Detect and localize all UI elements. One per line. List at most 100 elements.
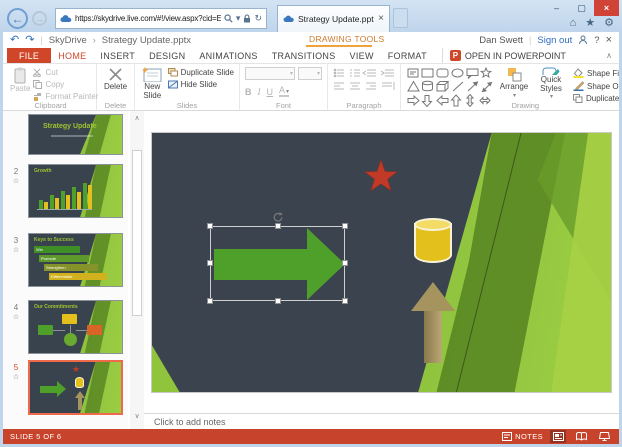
new-tab-button[interactable] — [393, 8, 408, 28]
browser-window: ← → https://skydrive.live.com/#!/view.as… — [0, 0, 622, 447]
mini-star-shape: ★ — [72, 364, 80, 375]
resize-handle-nw[interactable] — [207, 223, 213, 229]
address-bar[interactable]: https://skydrive.live.com/#!/view.aspx?c… — [55, 8, 267, 29]
resize-handle-sw[interactable] — [207, 298, 213, 304]
thumbnail-slide-1[interactable]: Strategy Update — [28, 114, 123, 155]
slide-editing-surface[interactable] — [152, 133, 611, 392]
up-arrow-shape[interactable] — [411, 282, 455, 363]
hide-slide-button[interactable]: Hide Slide — [168, 80, 234, 89]
redo-icon[interactable]: ↷ — [25, 35, 34, 46]
home-icon[interactable]: ⌂ — [570, 18, 577, 29]
thumbnail-slide-3[interactable]: Keys to Success Win Promote Strengthen D… — [28, 233, 123, 287]
scroll-down-icon[interactable]: ∨ — [130, 409, 144, 422]
thumbnail-scrollbar[interactable]: ∧ ∨ — [130, 111, 144, 429]
thumbnail-slide-4[interactable]: Our Commitments — [28, 300, 123, 354]
reading-view-button[interactable] — [573, 430, 589, 443]
search-icon[interactable] — [224, 14, 233, 23]
resize-handle-ne[interactable] — [342, 223, 348, 229]
cylinder-shape[interactable] — [414, 218, 452, 263]
refresh-icon[interactable]: ↻ — [254, 14, 262, 23]
font-size-select[interactable] — [298, 67, 322, 80]
back-button[interactable]: ← — [7, 8, 28, 29]
slides-group: New Slide Duplicate Slide Hide Slide Sli… — [135, 64, 240, 110]
editing-view-button[interactable] — [550, 430, 566, 443]
window-maximize-button[interactable]: ▢ — [569, 0, 594, 16]
powerpoint-icon: P — [450, 50, 461, 61]
settings-gear-icon[interactable]: ⚙ — [604, 18, 614, 29]
new-slide-button[interactable]: New Slide — [140, 67, 165, 101]
browser-tab[interactable]: Strategy Update.pptx - Micr... × — [277, 5, 390, 32]
star-shape[interactable] — [363, 159, 399, 193]
quick-styles-button[interactable]: Quick Styles — [534, 67, 568, 101]
format-painter-button[interactable]: Format Painter — [33, 92, 98, 101]
collapse-ribbon-icon[interactable]: ∧ — [606, 51, 612, 60]
slide-counter: SLIDE 5 OF 6 — [10, 432, 62, 441]
help-button[interactable]: ? — [594, 35, 599, 46]
resize-handle-w[interactable] — [207, 260, 213, 266]
contextual-tab-highlight — [306, 45, 372, 47]
scrollbar-thumb[interactable] — [132, 150, 142, 316]
tab-view[interactable]: VIEW — [343, 48, 381, 63]
tab-file[interactable]: FILE — [7, 48, 51, 63]
thumb4-title: Our Commitments — [34, 304, 78, 310]
resize-handle-n[interactable] — [275, 223, 281, 229]
paste-button[interactable]: Paste — [10, 67, 30, 101]
delete-button[interactable]: Delete — [102, 67, 129, 101]
tab-close-icon[interactable]: × — [378, 14, 384, 24]
breadcrumb-separator: › — [93, 35, 96, 45]
italic-button[interactable]: I — [258, 87, 261, 97]
resize-handle-se[interactable] — [342, 298, 348, 304]
thumbnail-2-number: 2☆ — [9, 167, 23, 185]
search-dropdown-icon[interactable]: ▾ — [236, 14, 241, 23]
transition-icon: ☆ — [9, 177, 23, 185]
window-close-button[interactable]: × — [594, 0, 619, 16]
green-arrow-shape[interactable] — [214, 249, 307, 280]
window-minimize-button[interactable]: – — [544, 0, 569, 16]
duplicate-slide-button[interactable]: Duplicate Slide — [168, 68, 234, 77]
arrange-button[interactable]: Arrange — [497, 67, 531, 101]
tab-format[interactable]: FORMAT — [381, 48, 434, 63]
bold-button[interactable]: B — [245, 87, 252, 97]
slide-canvas[interactable] — [144, 111, 619, 413]
slideshow-view-button[interactable] — [596, 430, 612, 443]
shape-selection-box[interactable] — [210, 226, 345, 301]
font-color-button[interactable]: A — [279, 86, 289, 97]
font-name-select[interactable] — [245, 67, 295, 80]
cut-button[interactable]: Cut — [33, 68, 98, 77]
tab-animations[interactable]: ANIMATIONS — [192, 48, 264, 63]
thumb2-title: Growth — [34, 168, 52, 174]
font-group: B I U A Font — [240, 64, 328, 110]
undo-icon[interactable]: ↶ — [10, 35, 19, 46]
url-text[interactable]: https://skydrive.live.com/#!/view.aspx?c… — [75, 14, 221, 23]
resize-handle-e[interactable] — [342, 260, 348, 266]
rotate-handle[interactable] — [272, 211, 284, 223]
scroll-up-icon[interactable]: ∧ — [130, 111, 144, 124]
underline-button[interactable]: U — [267, 87, 274, 97]
paragraph-icons[interactable] — [333, 67, 395, 91]
tab-home[interactable]: HOME — [51, 48, 93, 63]
quick-access-row: ↶ ↷ | SkyDrive › Strategy Update.pptx DR… — [3, 32, 619, 48]
resize-handle-s[interactable] — [275, 298, 281, 304]
shape-fill-button[interactable]: Shape Fill — [573, 68, 619, 78]
thumb1-title: Strategy Update — [43, 123, 97, 130]
tab-insert[interactable]: INSERT — [93, 48, 142, 63]
forward-button[interactable]: → — [32, 11, 47, 26]
copy-button[interactable]: Copy — [33, 80, 98, 89]
shape-outline-button[interactable]: Shape Outline — [573, 81, 619, 91]
tab-transitions[interactable]: TRANSITIONS — [265, 48, 343, 63]
thumbnail-4-number: 4☆ — [9, 303, 23, 321]
tab-design[interactable]: DESIGN — [142, 48, 192, 63]
favorites-star-icon[interactable]: ★ — [585, 18, 595, 29]
notes-placeholder[interactable]: Click to add notes — [154, 417, 226, 427]
user-name[interactable]: Dan Swett — [479, 35, 523, 46]
thumbnail-slide-2[interactable]: Growth — [28, 164, 123, 218]
notes-pane[interactable]: Click to add notes — [144, 413, 619, 429]
contextual-tab-label: DRAWING TOOLS — [309, 34, 385, 44]
sign-out-link[interactable]: Sign out — [537, 35, 572, 46]
breadcrumb-skydrive[interactable]: SkyDrive — [49, 35, 87, 46]
thumbnail-slide-5[interactable]: ★ — [28, 360, 123, 415]
open-in-powerpoint-button[interactable]: P OPEN IN POWERPOINT — [442, 48, 566, 63]
notes-toggle-button[interactable]: NOTES — [502, 432, 543, 441]
close-document-button[interactable]: × — [606, 34, 612, 46]
person-icon[interactable] — [578, 35, 588, 45]
